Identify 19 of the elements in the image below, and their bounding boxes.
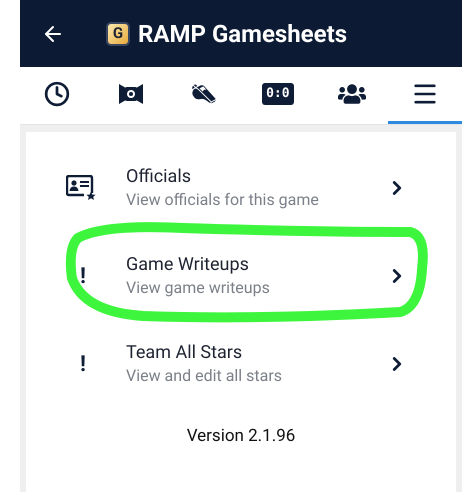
menu-item[interactable]: ! Game Writeups View game writeups <box>26 232 456 320</box>
menu-item-subtitle: View officials for this game <box>126 189 320 211</box>
menu-item-title: Game Writeups <box>126 253 250 277</box>
menu-item[interactable]: Officials View officials for this game <box>26 144 456 232</box>
app-title: RAMP Gamesheets <box>138 18 348 50</box>
menu-item[interactable]: ! Team All Stars View and edit all stars <box>26 320 456 408</box>
exclamation-icon: ! <box>80 348 86 380</box>
version-text: Version 2.1.96 <box>186 425 296 448</box>
clock-icon <box>44 81 70 107</box>
app-logo: G <box>106 22 130 46</box>
tab[interactable]: 0:0 <box>241 67 315 124</box>
camera-icon <box>118 82 144 106</box>
id-card-star-icon <box>66 175 98 201</box>
menu-item-subtitle: View and edit all stars <box>126 365 284 387</box>
menu-item-title: Team All Stars <box>126 341 244 365</box>
score-label: 0:0 <box>262 83 294 105</box>
menu-item-subtitle: View game writeups <box>126 277 271 299</box>
menu-item-title: Officials <box>126 165 192 189</box>
exclamation-icon: ! <box>80 260 86 292</box>
